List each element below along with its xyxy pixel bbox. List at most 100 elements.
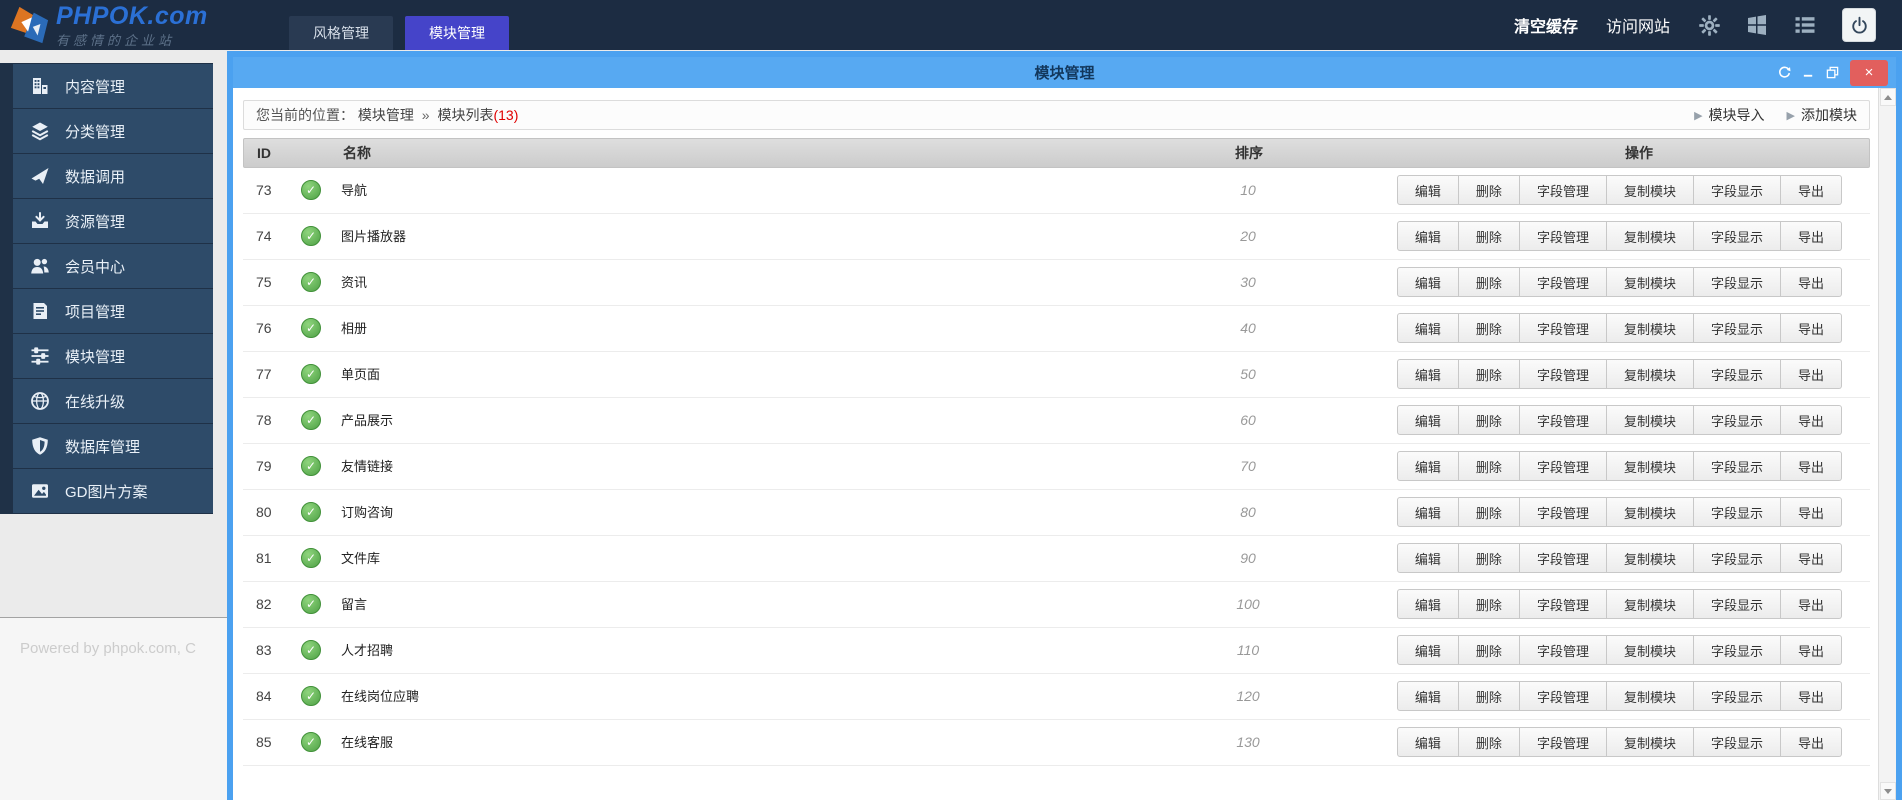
breadcrumb-list-link[interactable]: 模块列表 bbox=[437, 107, 493, 123]
scroll-up-button[interactable] bbox=[1880, 88, 1896, 106]
sidebar-item-GD图片方案[interactable]: GD图片方案 bbox=[13, 469, 213, 513]
field-display-button[interactable]: 字段显示 bbox=[1693, 313, 1781, 343]
edit-button[interactable]: 编辑 bbox=[1396, 359, 1459, 389]
field-manage-button[interactable]: 字段管理 bbox=[1519, 405, 1607, 435]
export-button[interactable]: 导出 bbox=[1780, 451, 1842, 481]
delete-button[interactable]: 删除 bbox=[1458, 681, 1520, 711]
delete-button[interactable]: 删除 bbox=[1458, 175, 1520, 205]
copy-module-button[interactable]: 复制模块 bbox=[1606, 313, 1694, 343]
copy-module-button[interactable]: 复制模块 bbox=[1606, 681, 1694, 711]
gear-icon[interactable] bbox=[1698, 14, 1720, 36]
export-button[interactable]: 导出 bbox=[1780, 543, 1842, 573]
delete-button[interactable]: 删除 bbox=[1458, 405, 1520, 435]
status-enabled-icon[interactable]: ✓ bbox=[301, 226, 321, 246]
status-enabled-icon[interactable]: ✓ bbox=[301, 640, 321, 660]
field-display-button[interactable]: 字段显示 bbox=[1693, 497, 1781, 527]
field-manage-button[interactable]: 字段管理 bbox=[1519, 175, 1607, 205]
edit-button[interactable]: 编辑 bbox=[1396, 313, 1459, 343]
export-button[interactable]: 导出 bbox=[1780, 267, 1842, 297]
breadcrumb-module-link[interactable]: 模块管理 bbox=[358, 107, 414, 123]
field-display-button[interactable]: 字段显示 bbox=[1693, 359, 1781, 389]
export-button[interactable]: 导出 bbox=[1780, 681, 1842, 711]
field-manage-button[interactable]: 字段管理 bbox=[1519, 451, 1607, 481]
clear-cache-link[interactable]: 清空缓存 bbox=[1514, 13, 1578, 37]
delete-button[interactable]: 删除 bbox=[1458, 359, 1520, 389]
export-button[interactable]: 导出 bbox=[1780, 359, 1842, 389]
field-manage-button[interactable]: 字段管理 bbox=[1519, 221, 1607, 251]
minimize-icon[interactable] bbox=[1798, 63, 1818, 83]
delete-button[interactable]: 删除 bbox=[1458, 221, 1520, 251]
edit-button[interactable]: 编辑 bbox=[1396, 543, 1459, 573]
copy-module-button[interactable]: 复制模块 bbox=[1606, 175, 1694, 205]
sidebar-item-数据库管理[interactable]: 数据库管理 bbox=[13, 424, 213, 469]
status-enabled-icon[interactable]: ✓ bbox=[301, 180, 321, 200]
edit-button[interactable]: 编辑 bbox=[1396, 635, 1459, 665]
field-manage-button[interactable]: 字段管理 bbox=[1519, 681, 1607, 711]
edit-button[interactable]: 编辑 bbox=[1396, 175, 1459, 205]
edit-button[interactable]: 编辑 bbox=[1396, 727, 1459, 757]
field-manage-button[interactable]: 字段管理 bbox=[1519, 267, 1607, 297]
status-enabled-icon[interactable]: ✓ bbox=[301, 456, 321, 476]
list-icon[interactable] bbox=[1794, 14, 1816, 36]
copy-module-button[interactable]: 复制模块 bbox=[1606, 497, 1694, 527]
export-button[interactable]: 导出 bbox=[1780, 727, 1842, 757]
field-manage-button[interactable]: 字段管理 bbox=[1519, 497, 1607, 527]
export-button[interactable]: 导出 bbox=[1780, 175, 1842, 205]
status-enabled-icon[interactable]: ✓ bbox=[301, 686, 321, 706]
copy-module-button[interactable]: 复制模块 bbox=[1606, 267, 1694, 297]
tab-module-manage[interactable]: 模块管理 bbox=[405, 16, 509, 50]
export-button[interactable]: 导出 bbox=[1780, 221, 1842, 251]
visit-site-link[interactable]: 访问网站 bbox=[1606, 13, 1670, 37]
field-display-button[interactable]: 字段显示 bbox=[1693, 635, 1781, 665]
copy-module-button[interactable]: 复制模块 bbox=[1606, 359, 1694, 389]
field-display-button[interactable]: 字段显示 bbox=[1693, 175, 1781, 205]
export-button[interactable]: 导出 bbox=[1780, 313, 1842, 343]
sidebar-item-项目管理[interactable]: 项目管理 bbox=[13, 289, 213, 334]
field-manage-button[interactable]: 字段管理 bbox=[1519, 543, 1607, 573]
delete-button[interactable]: 删除 bbox=[1458, 635, 1520, 665]
copy-module-button[interactable]: 复制模块 bbox=[1606, 589, 1694, 619]
sidebar-item-模块管理[interactable]: 模块管理 bbox=[13, 334, 213, 379]
copy-module-button[interactable]: 复制模块 bbox=[1606, 451, 1694, 481]
maximize-icon[interactable] bbox=[1822, 63, 1842, 83]
status-enabled-icon[interactable]: ✓ bbox=[301, 594, 321, 614]
delete-button[interactable]: 删除 bbox=[1458, 589, 1520, 619]
copy-module-button[interactable]: 复制模块 bbox=[1606, 543, 1694, 573]
delete-button[interactable]: 删除 bbox=[1458, 543, 1520, 573]
delete-button[interactable]: 删除 bbox=[1458, 497, 1520, 527]
status-enabled-icon[interactable]: ✓ bbox=[301, 732, 321, 752]
export-button[interactable]: 导出 bbox=[1780, 497, 1842, 527]
field-manage-button[interactable]: 字段管理 bbox=[1519, 313, 1607, 343]
close-button[interactable]: × bbox=[1850, 59, 1888, 86]
delete-button[interactable]: 删除 bbox=[1458, 313, 1520, 343]
copy-module-button[interactable]: 复制模块 bbox=[1606, 727, 1694, 757]
field-manage-button[interactable]: 字段管理 bbox=[1519, 359, 1607, 389]
sidebar-item-会员中心[interactable]: 会员中心 bbox=[13, 244, 213, 289]
field-display-button[interactable]: 字段显示 bbox=[1693, 727, 1781, 757]
field-display-button[interactable]: 字段显示 bbox=[1693, 543, 1781, 573]
copy-module-button[interactable]: 复制模块 bbox=[1606, 635, 1694, 665]
windows-icon[interactable] bbox=[1746, 14, 1768, 36]
add-module-link[interactable]: ▶ 添加模块 bbox=[1787, 105, 1857, 125]
vertical-scrollbar[interactable] bbox=[1878, 88, 1896, 800]
status-enabled-icon[interactable]: ✓ bbox=[301, 410, 321, 430]
delete-button[interactable]: 删除 bbox=[1458, 727, 1520, 757]
field-display-button[interactable]: 字段显示 bbox=[1693, 221, 1781, 251]
field-manage-button[interactable]: 字段管理 bbox=[1519, 727, 1607, 757]
edit-button[interactable]: 编辑 bbox=[1396, 221, 1459, 251]
field-manage-button[interactable]: 字段管理 bbox=[1519, 635, 1607, 665]
sidebar-item-资源管理[interactable]: 资源管理 bbox=[13, 199, 213, 244]
status-enabled-icon[interactable]: ✓ bbox=[301, 548, 321, 568]
power-button[interactable] bbox=[1842, 8, 1876, 42]
status-enabled-icon[interactable]: ✓ bbox=[301, 364, 321, 384]
tab-style-manage[interactable]: 风格管理 bbox=[289, 16, 393, 50]
logo[interactable]: PHPOK.com 有感情的企业站 bbox=[8, 3, 233, 47]
copy-module-button[interactable]: 复制模块 bbox=[1606, 405, 1694, 435]
status-enabled-icon[interactable]: ✓ bbox=[301, 502, 321, 522]
import-module-link[interactable]: ▶ 模块导入 bbox=[1694, 105, 1764, 125]
field-display-button[interactable]: 字段显示 bbox=[1693, 589, 1781, 619]
scroll-down-button[interactable] bbox=[1880, 782, 1896, 800]
edit-button[interactable]: 编辑 bbox=[1396, 681, 1459, 711]
delete-button[interactable]: 删除 bbox=[1458, 267, 1520, 297]
field-manage-button[interactable]: 字段管理 bbox=[1519, 589, 1607, 619]
